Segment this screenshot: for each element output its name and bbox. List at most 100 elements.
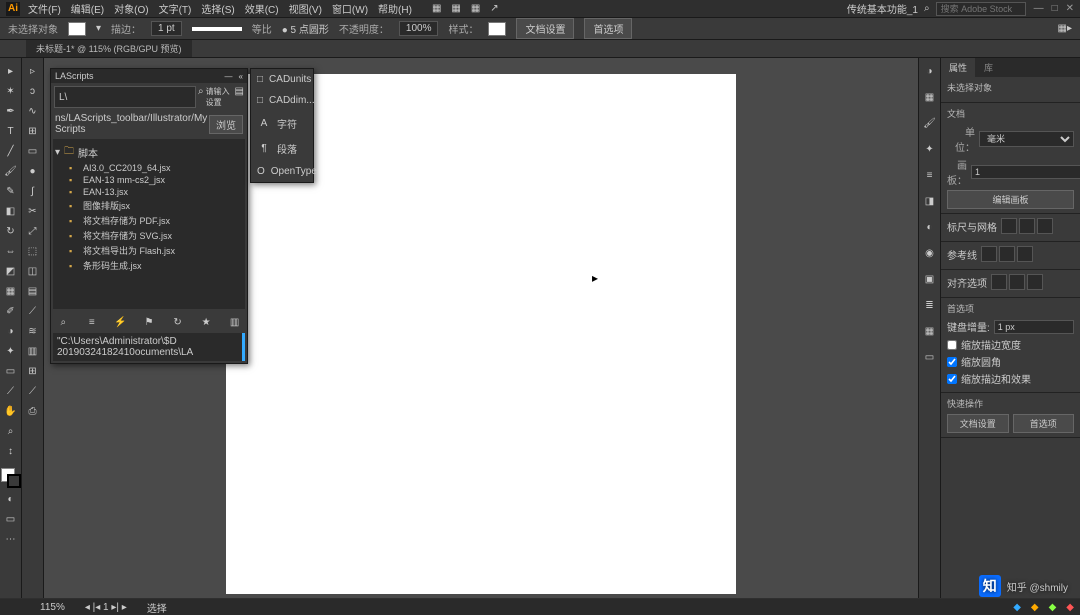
appearance-panel-icon[interactable]: ◉ xyxy=(921,244,939,262)
rotate-tool[interactable]: ↻ xyxy=(2,222,20,240)
lock-guides-icon[interactable] xyxy=(999,246,1015,262)
artboard-nav[interactable]: ◂ |◂ 1 ▸| ▸ xyxy=(85,602,127,613)
search-icon[interactable]: ⌕ xyxy=(924,3,930,14)
edit-artboards-button[interactable]: 编辑画板 xyxy=(947,190,1074,209)
script-file[interactable]: ▪EAN-13 mm-cs2_jsx xyxy=(55,174,243,186)
scissors-tool[interactable]: ✂ xyxy=(24,202,42,220)
script-file[interactable]: ▪将文档导出为 Flash.jsx xyxy=(55,243,243,258)
lascripts-search[interactable] xyxy=(54,86,196,108)
shapebuilder-tool[interactable]: ◩ xyxy=(2,262,20,280)
browse-button[interactable]: 浏览 xyxy=(209,115,243,134)
flyout-item[interactable]: □CADunits xyxy=(251,69,313,90)
print-tiling-tool[interactable]: ⊞ xyxy=(24,362,42,380)
list-icon[interactable]: ≡ xyxy=(85,315,99,329)
toggle-icon[interactable]: ↕ xyxy=(2,442,20,460)
close-button[interactable]: ✕ xyxy=(1066,3,1074,14)
menu-window[interactable]: 窗口(W) xyxy=(332,1,368,16)
slice-tool[interactable]: ⟋ xyxy=(2,382,20,400)
scale-strokes-checkbox[interactable] xyxy=(947,340,957,350)
search-icon[interactable]: ⌕ xyxy=(56,315,70,329)
eraser-tool[interactable]: ◧ xyxy=(2,202,20,220)
scale-effects-checkbox[interactable] xyxy=(947,374,957,384)
docsetup-button[interactable]: 文档设置 xyxy=(516,18,574,39)
options-label[interactable]: 请输入设置 xyxy=(206,86,233,108)
artboard-tool[interactable]: ▭ xyxy=(2,362,20,380)
artboards-panel-icon[interactable]: ▭ xyxy=(921,348,939,366)
folder-row[interactable]: ▾🗀脚本 xyxy=(55,143,243,162)
menubar-icon[interactable]: ▦ xyxy=(451,3,460,14)
width-tool[interactable]: ⇔ xyxy=(2,242,20,260)
dropdown-icon[interactable]: ▾ xyxy=(96,23,101,34)
brushes-panel-icon[interactable]: 🖌 xyxy=(921,114,939,132)
flag-icon[interactable]: ⚑ xyxy=(142,315,156,329)
scale-tool[interactable]: ⤢ xyxy=(24,222,42,240)
brush-tool[interactable]: 🖌 xyxy=(2,162,20,180)
prefs-button[interactable]: 首选项 xyxy=(584,18,632,39)
flyout-item[interactable]: OOpenType xyxy=(251,161,313,182)
menu-view[interactable]: 视图(V) xyxy=(289,1,322,16)
artboard-input[interactable] xyxy=(971,165,1080,179)
pen-tool[interactable]: ✒ xyxy=(2,102,20,120)
type-tool[interactable]: T xyxy=(2,122,20,140)
selection-tool[interactable]: ▸ xyxy=(2,62,20,80)
stroke-panel-icon[interactable]: ≡ xyxy=(921,166,939,184)
panel-collapse-icon[interactable]: « xyxy=(239,72,243,81)
quick-prefs-button[interactable]: 首选项 xyxy=(1013,414,1075,433)
eyedropper-tool[interactable]: ✐ xyxy=(2,302,20,320)
star-icon[interactable]: ★ xyxy=(199,315,213,329)
stock-search[interactable] xyxy=(936,2,1026,16)
script-file[interactable]: ▪将文档存储为 SVG.jsx xyxy=(55,228,243,243)
search-icon[interactable]: ⌕ xyxy=(198,86,204,108)
snap-pixel-icon[interactable] xyxy=(1009,274,1025,290)
transparency-panel-icon[interactable]: ◐ xyxy=(921,218,939,236)
script-file[interactable]: ▪AI3.0_CC2019_64.jsx xyxy=(55,162,243,174)
workspace-switcher[interactable]: 传统基本功能_1 xyxy=(847,1,918,16)
direct-selection-tool[interactable]: ▹ xyxy=(24,62,42,80)
free-transform-tool[interactable]: ⬚ xyxy=(24,242,42,260)
settings-icon[interactable]: ▤ xyxy=(235,86,244,108)
snap-point-icon[interactable] xyxy=(991,274,1007,290)
units-select[interactable]: 毫米 xyxy=(979,131,1074,147)
gradient-panel-icon[interactable]: ◨ xyxy=(921,192,939,210)
menu-select[interactable]: 选择(S) xyxy=(201,1,234,16)
tab-properties[interactable]: 属性 xyxy=(941,58,975,77)
run-icon[interactable]: ⚡ xyxy=(113,315,127,329)
pencil-tool[interactable]: ✎ xyxy=(2,182,20,200)
script-file[interactable]: ▪图像排版jsx xyxy=(55,198,243,213)
assets-panel-icon[interactable]: ▦ xyxy=(921,322,939,340)
print-tool[interactable]: ⎙ xyxy=(24,402,42,420)
menu-help[interactable]: 帮助(H) xyxy=(378,1,412,16)
more-tools-icon[interactable]: ⋯ xyxy=(2,530,20,548)
colormode-icon[interactable]: ◐ xyxy=(2,490,20,508)
brush-profile[interactable]: ● 5 点圆形 xyxy=(282,21,329,36)
mesh-tool[interactable]: ▦ xyxy=(2,282,20,300)
script-file[interactable]: ▪条形码生成.jsx xyxy=(55,258,243,273)
transparency-grid-icon[interactable] xyxy=(1037,218,1053,234)
swatches-panel-icon[interactable]: ▦ xyxy=(921,88,939,106)
menubar-icon[interactable]: ▦ xyxy=(432,3,441,14)
opacity-value[interactable]: 100% xyxy=(399,21,439,36)
quick-docsetup-button[interactable]: 文档设置 xyxy=(947,414,1009,433)
wrinkle-tool[interactable]: ≋ xyxy=(24,322,42,340)
fill-stroke-control[interactable] xyxy=(1,468,21,488)
hand-tool[interactable]: ✋ xyxy=(2,402,20,420)
blob-brush-tool[interactable]: ● xyxy=(24,162,42,180)
zoom-level[interactable]: 115% xyxy=(40,602,65,613)
smart-guides-icon[interactable] xyxy=(1017,246,1033,262)
lasso-tool[interactable]: ɔ xyxy=(24,82,42,100)
script-file[interactable]: ▪EAN-13.jsx xyxy=(55,186,243,198)
touch-type-tool[interactable]: ⊞ xyxy=(24,122,42,140)
flyout-item[interactable]: ¶段落 xyxy=(251,136,313,161)
gradient-tool[interactable]: ▤ xyxy=(24,282,42,300)
keyincrement-input[interactable] xyxy=(994,320,1074,334)
script-file[interactable]: ▪将文档存储为 PDF.jsx xyxy=(55,213,243,228)
panel-icon[interactable]: ▥ xyxy=(228,315,242,329)
tab-libraries[interactable]: 库 xyxy=(976,58,1001,77)
menu-object[interactable]: 对象(O) xyxy=(114,1,148,16)
zoom-tool[interactable]: ⌕ xyxy=(2,422,20,440)
panel-toggle-icon[interactable]: ▦▸ xyxy=(1058,23,1072,34)
fill-swatch[interactable] xyxy=(68,22,86,36)
document-tab[interactable]: 未标题-1* @ 115% (RGB/GPU 预览) xyxy=(26,40,192,57)
style-swatch[interactable] xyxy=(488,22,506,36)
panel-minimize-icon[interactable]: — xyxy=(225,72,233,81)
